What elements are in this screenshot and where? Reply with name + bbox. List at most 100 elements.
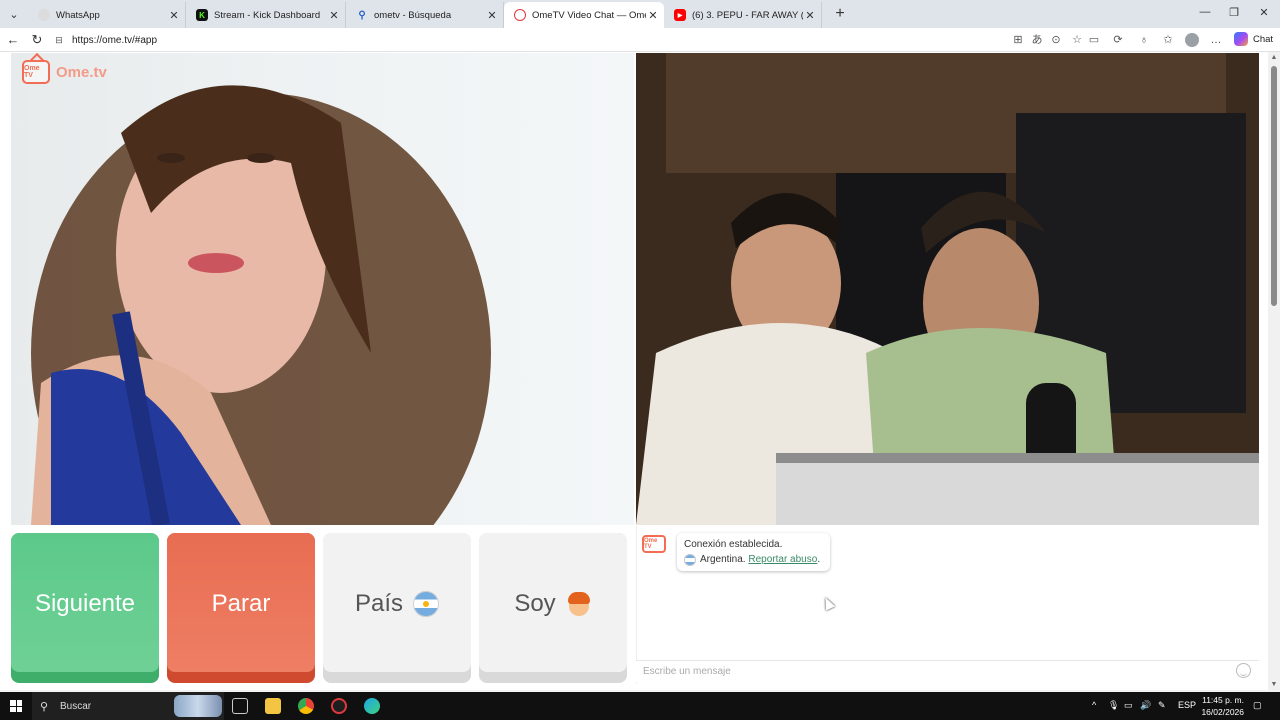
logo-badge-text: Ome TV	[24, 65, 40, 79]
clock-time: 11:45 p. m.	[1202, 695, 1244, 705]
microphone-icon[interactable]: 🎙	[1108, 700, 1119, 711]
ometv-tv-icon: Ome TV	[22, 60, 50, 84]
clock-date: 16/02/2026	[1201, 707, 1244, 717]
logo-text: Ome.tv	[56, 63, 107, 81]
local-video-feed	[11, 53, 634, 525]
close-tab-icon[interactable]: ✕	[803, 9, 817, 22]
scroll-down-icon[interactable]: ▼	[1268, 681, 1280, 688]
youtube-icon: ▶	[674, 9, 686, 21]
file-explorer-icon[interactable]	[265, 698, 281, 714]
task-view-icon[interactable]	[232, 698, 248, 714]
browser-tab-bar: ⌄ WhatsApp ✕ K Stream - Kick Dashboard ✕…	[0, 0, 1280, 28]
tray-overflow-icon[interactable]: ^	[1092, 700, 1096, 710]
search-icon: ⚲	[358, 9, 366, 21]
tab-kick-dashboard[interactable]: K Stream - Kick Dashboard ✕	[186, 2, 346, 28]
tab-title: OmeTV Video Chat — Omegle	[532, 9, 646, 21]
close-tab-icon[interactable]: ✕	[646, 9, 660, 22]
remote-video-feed	[636, 53, 1259, 525]
chrome-icon[interactable]	[298, 698, 314, 714]
tab-actions-menu-icon[interactable]: ⌄	[4, 4, 24, 24]
remote-video-image	[636, 53, 1259, 525]
close-tab-icon[interactable]: ✕	[485, 9, 499, 22]
url-text: https://ome.tv/#app	[72, 34, 158, 46]
address-bar: ← ↻ ⊟ https://ome.tv/#app ⊞ あ ⊙ ☆ ▭ ⟳ ♁ …	[0, 28, 1280, 52]
ometv-logo[interactable]: Ome TV Ome.tv	[22, 60, 107, 84]
country-filter-button[interactable]: País	[323, 533, 471, 683]
next-button[interactable]: Siguiente	[11, 533, 159, 683]
argentina-flag-icon	[413, 591, 440, 617]
camera-icon[interactable]: ▭	[1087, 33, 1101, 47]
clock[interactable]: 11:45 p. m. 16/02/2026	[1198, 694, 1244, 718]
copilot-chat-button[interactable]: Chat	[1234, 32, 1273, 46]
refresh-icon[interactable]: ↻	[29, 32, 45, 48]
obs-icon[interactable]	[331, 698, 347, 714]
argentina-flag-icon	[684, 553, 696, 566]
country-button-label: País	[354, 590, 404, 617]
app-available-icon[interactable]: ⊞	[1011, 33, 1025, 47]
copilot-icon	[1234, 32, 1248, 46]
reader-icon[interactable]: ⊙	[1049, 33, 1063, 47]
partner-country-row: Argentina. Reportar abuso.	[684, 552, 823, 567]
language-indicator[interactable]: ESP	[1178, 700, 1196, 710]
report-suffix: .	[817, 554, 821, 565]
next-button-label: Siguiente	[34, 590, 136, 617]
close-tab-icon[interactable]: ✕	[167, 9, 181, 22]
stop-button[interactable]: Parar	[167, 533, 315, 683]
back-arrow-icon[interactable]: ←	[5, 32, 21, 48]
tab-title: ometv - Búsqueda	[374, 9, 452, 21]
boy-emoji-icon	[566, 591, 592, 617]
notifications-icon[interactable]: ▢	[1253, 700, 1262, 711]
connection-message: Conexión establecida.	[684, 539, 783, 550]
search-icon: ⚲	[40, 700, 49, 713]
edge-icon[interactable]	[364, 698, 380, 714]
report-abuse-link[interactable]: Reportar abuso	[748, 552, 817, 567]
profile-avatar-icon[interactable]	[1185, 33, 1199, 47]
kick-icon: K	[196, 9, 208, 21]
browser-essentials-icon[interactable]: ♁	[1137, 33, 1151, 47]
tab-ometv-search[interactable]: ⚲ ometv - Búsqueda ✕	[346, 2, 504, 28]
start-windows-icon[interactable]	[10, 700, 22, 712]
more-options-icon[interactable]: …	[1209, 33, 1223, 47]
ometv-chat-avatar-icon: Ome TV	[642, 535, 666, 553]
gender-button-label: Soy	[514, 590, 556, 617]
message-input[interactable]: Escribe un mensaje	[636, 660, 1259, 682]
favorites-icon[interactable]: ✩	[1161, 33, 1175, 47]
stop-button-label: Parar	[211, 590, 271, 617]
extensions-icon[interactable]: ⟳	[1111, 33, 1125, 47]
tab-title: WhatsApp	[56, 9, 100, 21]
favorite-star-icon[interactable]: ☆	[1070, 33, 1084, 47]
tab-ometv-video-chat[interactable]: OmeTV Video Chat — Omegle ✕	[504, 2, 664, 28]
pen-icon[interactable]: ✎	[1158, 700, 1166, 711]
restore-icon[interactable]: ❐	[1224, 6, 1244, 19]
url-field[interactable]: ⊟ https://ome.tv/#app	[52, 31, 1002, 49]
minimize-icon[interactable]: —	[1195, 6, 1215, 18]
taskbar-search-label: Buscar	[60, 700, 92, 712]
gender-button-content: Soy	[514, 590, 591, 618]
tab-title: Stream - Kick Dashboard	[214, 9, 321, 21]
system-message-bubble: Conexión establecida. Argentina. Reporta…	[677, 533, 830, 571]
emoji-picker-icon[interactable]	[1236, 663, 1251, 678]
scroll-up-icon[interactable]: ▲	[1268, 54, 1280, 61]
page-scrollbar[interactable]: ▲ ▼	[1268, 52, 1280, 690]
search-highlight-image	[174, 695, 222, 717]
volume-icon[interactable]: 🔊	[1140, 700, 1151, 711]
copilot-label: Chat	[1253, 33, 1274, 45]
site-info-icon[interactable]: ⊟	[52, 35, 66, 46]
gender-select-button[interactable]: Soy	[479, 533, 627, 683]
tab-title: (6) 3. PEPU - FAR AWAY (Video Oficial)	[692, 9, 803, 21]
partner-country: Argentina.	[700, 554, 746, 565]
new-tab-button[interactable]: +	[830, 4, 850, 24]
whatsapp-icon	[38, 9, 50, 21]
network-icon[interactable]: ▭	[1124, 700, 1133, 711]
local-video-image	[31, 85, 491, 525]
scrollbar-thumb[interactable]	[1271, 66, 1277, 306]
close-window-icon[interactable]: ✕	[1254, 6, 1274, 19]
ometv-icon	[514, 9, 526, 21]
tab-whatsapp[interactable]: WhatsApp ✕	[28, 2, 186, 28]
taskbar-search-box[interactable]: ⚲ Buscar	[32, 692, 224, 720]
close-tab-icon[interactable]: ✕	[327, 9, 341, 22]
windows-taskbar: ⚲ Buscar ^ 🎙 ▭ 🔊 ✎ ESP 11:45 p. m. 16/02…	[0, 692, 1280, 720]
country-button-content: País	[354, 590, 440, 618]
translate-icon[interactable]: あ	[1030, 33, 1044, 47]
tab-youtube-video[interactable]: ▶ (6) 3. PEPU - FAR AWAY (Video Oficial)…	[664, 2, 822, 28]
